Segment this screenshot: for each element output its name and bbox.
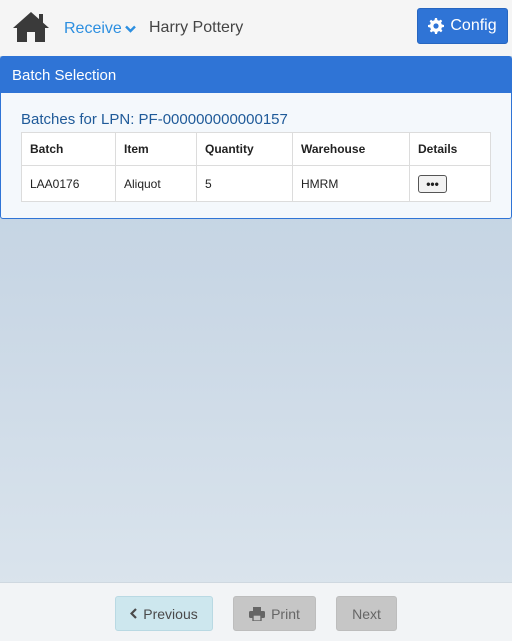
cell-details: •••	[409, 165, 491, 202]
config-button-label: Config	[450, 17, 497, 34]
previous-button[interactable]: Previous	[115, 596, 213, 631]
receive-menu[interactable]: Receive	[64, 19, 136, 39]
home-icon[interactable]	[12, 10, 50, 44]
next-button[interactable]: Next	[336, 596, 397, 631]
chevron-down-icon	[124, 25, 136, 33]
gear-icon	[428, 18, 445, 34]
next-button-label: Next	[352, 605, 381, 622]
table-header-row: Batch Item Quantity Warehouse Details	[21, 132, 491, 166]
column-header-quantity: Quantity	[196, 132, 293, 166]
column-header-details: Details	[409, 132, 491, 166]
column-header-item: Item	[115, 132, 197, 166]
column-header-batch: Batch	[21, 132, 116, 166]
batches-title: Batches for LPN: PF-000000000000157	[21, 111, 288, 128]
previous-button-label: Previous	[143, 605, 198, 622]
column-header-warehouse: Warehouse	[292, 132, 410, 166]
cell-item: Aliquot	[115, 165, 197, 202]
chevron-left-icon	[130, 608, 138, 619]
cell-batch: LAA0176	[21, 165, 116, 202]
cell-warehouse: HMRM	[292, 165, 410, 202]
print-button[interactable]: Print	[233, 596, 316, 631]
details-button[interactable]: •••	[418, 174, 447, 193]
receive-menu-label: Receive	[64, 20, 122, 37]
cell-quantity: 5	[196, 165, 293, 202]
print-button-label: Print	[271, 605, 300, 622]
batches-table: Batch Item Quantity Warehouse Details LA…	[21, 132, 491, 202]
printer-icon	[249, 606, 266, 621]
panel-heading: Batch Selection	[1, 57, 511, 93]
table-row[interactable]: LAA0176 Aliquot 5 HMRM •••	[21, 165, 491, 202]
footer-bar: Previous Print Next	[0, 582, 512, 641]
top-navbar: Receive Harry Pottery Config	[0, 0, 512, 56]
user-name: Harry Pottery	[149, 19, 244, 36]
config-button[interactable]: Config	[417, 8, 508, 44]
